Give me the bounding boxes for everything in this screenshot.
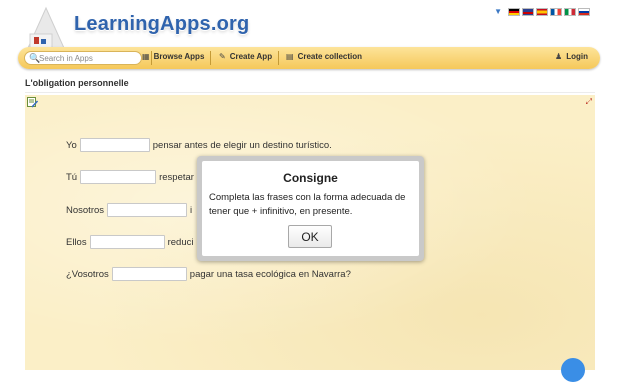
login-button[interactable]: ♟ Login — [555, 52, 588, 61]
sentence-line: Tú respetar — [66, 170, 194, 184]
sentence-line: Nosotros i — [66, 203, 192, 217]
nav-divider — [210, 51, 211, 65]
pencil-icon: ✎ — [219, 52, 226, 61]
sentence-suffix: reduci — [167, 236, 194, 248]
grid-icon: ▦ — [142, 52, 150, 61]
answer-input[interactable] — [111, 267, 187, 281]
language-bar: ▼ — [494, 7, 590, 16]
fullscreen-icon[interactable]: ⤢ — [586, 97, 592, 107]
sentence-prefix: Ellos — [66, 236, 87, 248]
sentence-prefix: ¿Vosotros — [66, 268, 109, 280]
sentence-line: Ellos reduci — [66, 235, 193, 249]
dialog-body: Consigne Completa las frases con la form… — [202, 161, 419, 256]
user-icon: ♟ — [555, 52, 563, 61]
page-title: L'obligation personnelle — [25, 78, 129, 88]
sentence-suffix: pensar antes de elegir un destino turíst… — [152, 139, 332, 151]
sentence-prefix: Nosotros — [66, 204, 105, 216]
flag-es-icon[interactable] — [536, 7, 548, 16]
dialog-title: Consigne — [283, 171, 338, 185]
browse-apps-label: Browse Apps — [153, 52, 205, 61]
flag-it-icon[interactable] — [564, 7, 576, 16]
sentence-suffix: pagar una tasa ecológica en Navarra? — [189, 268, 351, 280]
sentence-line: ¿Vosotros pagar una tasa ecológica en Na… — [66, 267, 351, 281]
answer-input[interactable] — [89, 235, 165, 249]
dialog-text: Completa las frases con la forma adecuad… — [209, 192, 406, 217]
answer-input[interactable] — [79, 138, 150, 152]
create-collection-label: Create collection — [297, 52, 363, 61]
search-input[interactable] — [39, 52, 139, 64]
answer-input[interactable] — [80, 170, 157, 184]
flag-en-icon[interactable] — [522, 7, 534, 16]
flag-fr-icon[interactable] — [550, 7, 562, 16]
sentence-line: Yo pensar antes de elegir un destino tur… — [66, 138, 332, 152]
language-dropdown-icon[interactable]: ▼ — [494, 7, 502, 16]
sentence-suffix: i — [190, 204, 193, 216]
login-label: Login — [566, 52, 588, 61]
sentence-suffix: respetar — [159, 171, 194, 183]
flag-ru-icon[interactable] — [578, 7, 590, 16]
browse-apps-button[interactable]: ▦ Browse Apps — [142, 52, 204, 61]
flag-de-icon[interactable] — [508, 7, 520, 16]
create-app-button[interactable]: ✎ Create App — [219, 52, 272, 61]
answer-input[interactable] — [107, 203, 188, 217]
collection-icon: ▤ — [286, 52, 294, 61]
ok-button[interactable]: OK — [288, 225, 332, 248]
edit-icon[interactable] — [27, 97, 38, 108]
help-bubble-icon[interactable] — [561, 358, 585, 382]
sentence-prefix: Yo — [66, 139, 77, 151]
nav-divider — [278, 51, 279, 65]
site-logo[interactable]: LearningApps.org — [20, 2, 249, 52]
create-collection-button[interactable]: ▤ Create collection — [286, 52, 362, 61]
create-app-label: Create App — [229, 52, 273, 61]
search-box: 🔍 — [24, 51, 142, 65]
sentence-prefix: Tú — [66, 171, 78, 183]
title-divider — [25, 92, 595, 93]
instruction-dialog: Consigne Completa las frases con la form… — [197, 156, 424, 261]
logo-text: LearningApps.org — [74, 13, 250, 35]
main-navbar: 🔍 ▦ Browse Apps ✎ Create App ▤ Create co… — [18, 47, 600, 69]
logo-icon — [27, 6, 65, 49]
